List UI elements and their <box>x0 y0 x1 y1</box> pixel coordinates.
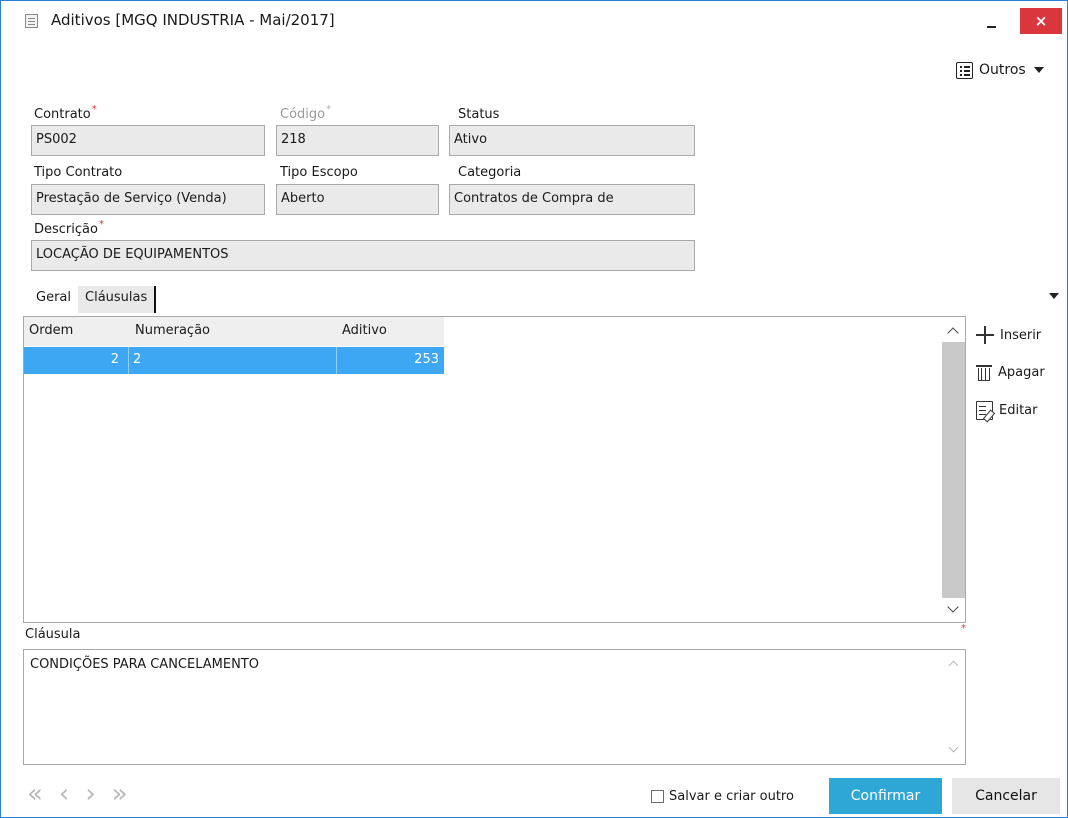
first-record-icon[interactable]: « <box>27 781 43 807</box>
plus-icon <box>976 326 994 344</box>
categoria-field[interactable]: Contratos de Compra de <box>449 184 695 215</box>
scroll-down-icon[interactable] <box>948 742 959 753</box>
column-header-ordem[interactable]: Ordem <box>29 323 73 338</box>
codigo-label: Código* <box>280 104 332 122</box>
status-field[interactable]: Ativo <box>449 125 695 156</box>
contrato-label: Contrato* <box>34 104 97 122</box>
apagar-button[interactable]: Apagar <box>976 361 1045 383</box>
tipo-contrato-field[interactable]: Prestação de Serviço (Venda) <box>31 184 265 215</box>
required-marker: * <box>961 623 966 634</box>
cell-ordem: 2 <box>110 352 119 367</box>
aditivos-grid[interactable]: Ordem Numeração Aditivo 2 2 253 <box>23 316 966 623</box>
textarea-scrollbar[interactable] <box>943 650 965 764</box>
editar-label: Editar <box>999 402 1038 418</box>
salvar-criar-outro-checkbox[interactable] <box>651 790 664 803</box>
contrato-field[interactable]: PS002 <box>31 125 265 156</box>
tipo-escopo-label: Tipo Escopo <box>280 165 358 180</box>
window-title: Aditivos [MGQ INDUSTRIA - Mai/2017] <box>51 11 335 29</box>
edit-icon <box>976 400 993 420</box>
tipo-escopo-field[interactable]: Aberto <box>276 184 439 215</box>
clausula-text: CONDIÇÕES PARA CANCELAMENTO <box>30 657 259 672</box>
trash-icon <box>976 363 992 382</box>
scroll-down-icon[interactable] <box>947 601 959 613</box>
grid-scrollbar[interactable] <box>942 317 965 622</box>
scroll-up-icon[interactable] <box>948 660 959 671</box>
tipo-contrato-label: Tipo Contrato <box>34 165 123 180</box>
clausula-label: Cláusula <box>25 627 81 642</box>
dialog-window: Aditivos [MGQ INDUSTRIA - Mai/2017] × Ou… <box>0 0 1068 818</box>
previous-record-icon[interactable]: ‹ <box>59 781 69 807</box>
salvar-criar-outro-option[interactable]: Salvar e criar outro <box>651 789 794 804</box>
tab-geral[interactable]: Geral <box>29 286 78 313</box>
inserir-button[interactable]: Inserir <box>976 324 1041 346</box>
column-header-numeracao[interactable]: Numeração <box>135 323 210 338</box>
categoria-label: Categoria <box>458 165 522 180</box>
cell-divider <box>336 347 337 374</box>
cell-aditivo: 253 <box>414 352 439 367</box>
outros-menu-button[interactable]: Outros <box>956 59 1044 81</box>
inserir-label: Inserir <box>1000 327 1042 343</box>
descricao-label: Descrição* <box>34 219 104 237</box>
scrollbar-thumb[interactable] <box>942 342 965 598</box>
confirmar-button[interactable]: Confirmar <box>829 778 942 814</box>
column-header-aditivo[interactable]: Aditivo <box>342 323 387 338</box>
list-icon <box>956 61 973 79</box>
descricao-field[interactable]: LOCAÇÃO DE EQUIPAMENTOS <box>31 240 695 271</box>
clausula-textarea[interactable]: CONDIÇÕES PARA CANCELAMENTO <box>23 649 966 765</box>
salvar-criar-outro-label: Salvar e criar outro <box>669 789 794 804</box>
title-bar: Aditivos [MGQ INDUSTRIA - Mai/2017] × <box>1 1 1067 39</box>
record-navigation: « ‹ › » <box>27 781 128 807</box>
chevron-down-icon <box>1033 67 1044 73</box>
tab-clausulas[interactable]: Cláusulas <box>78 286 157 313</box>
minimize-button[interactable] <box>971 7 1011 35</box>
cell-divider <box>128 347 129 374</box>
outros-label: Outros <box>979 62 1026 78</box>
cancelar-button[interactable]: Cancelar <box>952 778 1060 814</box>
grid-header: Ordem Numeração Aditivo <box>24 317 444 346</box>
next-record-icon[interactable]: › <box>85 781 95 807</box>
status-label: Status <box>458 107 500 122</box>
editar-button[interactable]: Editar <box>976 399 1038 421</box>
cell-numeracao: 2 <box>133 352 142 367</box>
close-button[interactable]: × <box>1020 8 1062 34</box>
last-record-icon[interactable]: » <box>112 781 128 807</box>
document-icon <box>25 14 38 28</box>
apagar-label: Apagar <box>998 364 1045 380</box>
table-row[interactable]: 2 2 253 <box>24 347 444 374</box>
tab-bar: Geral Cláusulas <box>29 286 157 313</box>
codigo-field[interactable]: 218 <box>276 125 439 156</box>
scroll-up-icon[interactable] <box>947 327 959 339</box>
chevron-down-icon[interactable] <box>1049 293 1059 299</box>
